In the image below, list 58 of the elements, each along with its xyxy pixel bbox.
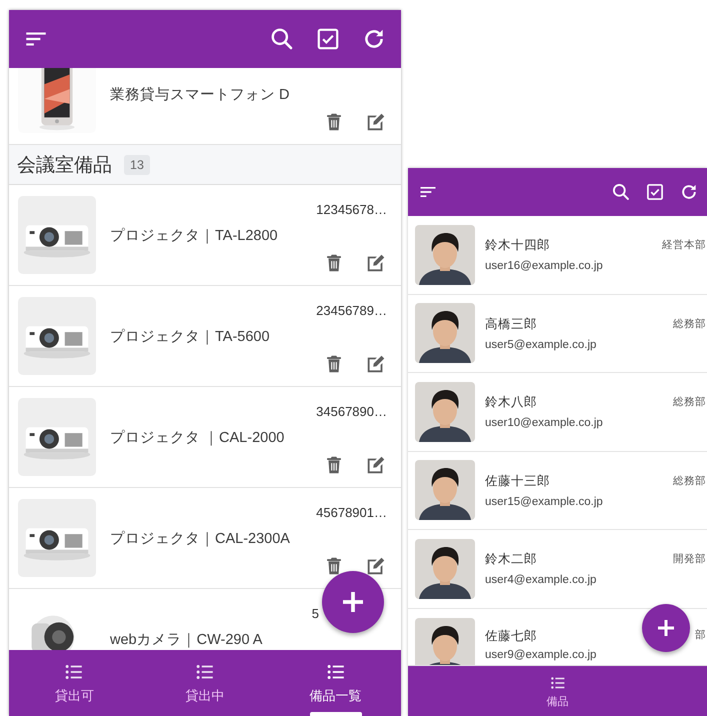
email-text: user16@example.co.jp: [485, 260, 603, 272]
list-item[interactable]: 鈴木十四郎 user16@example.co.jp 経営本部: [408, 216, 707, 294]
item-name: プロジェクタ ｜CAL-2000: [110, 428, 286, 446]
add-button[interactable]: [642, 604, 690, 652]
item-name: プロジェクタ｜TA-L2800: [110, 226, 279, 244]
person-name: 鈴木二郎: [485, 551, 537, 568]
nav-tab[interactable]: 貸出可: [9, 650, 140, 716]
edit-icon[interactable]: [365, 353, 387, 375]
edit-icon[interactable]: [365, 111, 387, 133]
department-label: 総務部: [673, 395, 706, 409]
item-code: 45678901…: [316, 504, 387, 520]
section-title: 会議室備品: [17, 154, 112, 178]
item-name: 業務貸与スマートフォン D: [110, 86, 290, 104]
item-name: webカメラ｜CW-290 A: [110, 630, 264, 648]
checkbox-icon[interactable]: [645, 182, 665, 202]
item-code: 12345678…: [316, 201, 387, 217]
list-item[interactable]: 業務貸与スマートフォン D: [9, 68, 401, 145]
nav-tab[interactable]: 備品一覧: [270, 650, 401, 716]
person-name: 高橋三郎: [485, 316, 537, 333]
nav-tab[interactable]: 備品: [408, 666, 707, 716]
search-icon[interactable]: [611, 182, 631, 202]
department-label: 開発部: [673, 552, 706, 566]
department-label: 部: [695, 628, 706, 642]
list-item[interactable]: 鈴木八郎 user10@example.co.jp 総務部: [408, 373, 707, 452]
department-label: 総務部: [673, 474, 706, 488]
email-text: user9@example.co.jp: [485, 648, 596, 660]
list-item[interactable]: プロジェクタ｜CAL-2300A 45678901…: [9, 488, 401, 589]
list-item[interactable]: 鈴木二郎 user4@example.co.jp 開発部: [408, 530, 707, 608]
tab-indicator: [310, 712, 362, 716]
list-item[interactable]: プロジェクタ｜TA-L2800 12345678…: [9, 185, 401, 286]
person-name: 佐藤七郎: [485, 628, 537, 644]
person-name: 鈴木十四郎: [485, 237, 550, 254]
item-code: 5: [312, 605, 319, 621]
item-name: プロジェクタ｜TA-5600: [110, 328, 271, 346]
person-name: 佐藤十三郎: [485, 472, 550, 490]
refresh-icon[interactable]: [679, 182, 699, 202]
email-text: user4@example.co.jp: [485, 574, 596, 586]
department-label: 経営本部: [662, 238, 706, 252]
email-text: user10@example.co.jp: [485, 417, 603, 430]
item-name: プロジェクタ｜CAL-2300A: [110, 530, 291, 548]
edit-icon[interactable]: [365, 454, 387, 476]
item-code: 34567890…: [316, 403, 387, 419]
person-name: 鈴木八郎: [485, 394, 537, 412]
list-item[interactable]: プロジェクタ ｜CAL-2000 34567890…: [9, 387, 401, 488]
item-code: 23456789…: [316, 302, 387, 318]
edit-icon[interactable]: [365, 252, 387, 274]
add-button[interactable]: [322, 571, 384, 633]
checkbox-icon[interactable]: [315, 26, 341, 52]
email-text: user5@example.co.jp: [485, 338, 596, 351]
count-badge: 13: [124, 154, 150, 174]
search-icon[interactable]: [269, 26, 295, 52]
list-item[interactable]: 佐藤十三郎 user15@example.co.jp 総務部: [408, 452, 707, 530]
edit-icon[interactable]: [365, 555, 387, 577]
list-item[interactable]: 高橋三郎 user5@example.co.jp 総務部: [408, 294, 707, 373]
nav-tab[interactable]: 貸出中: [140, 650, 270, 716]
list-item[interactable]: プロジェクタ｜TA-5600 23456789…: [9, 286, 401, 387]
email-text: user15@example.co.jp: [485, 496, 603, 508]
department-label: 総務部: [673, 316, 706, 330]
